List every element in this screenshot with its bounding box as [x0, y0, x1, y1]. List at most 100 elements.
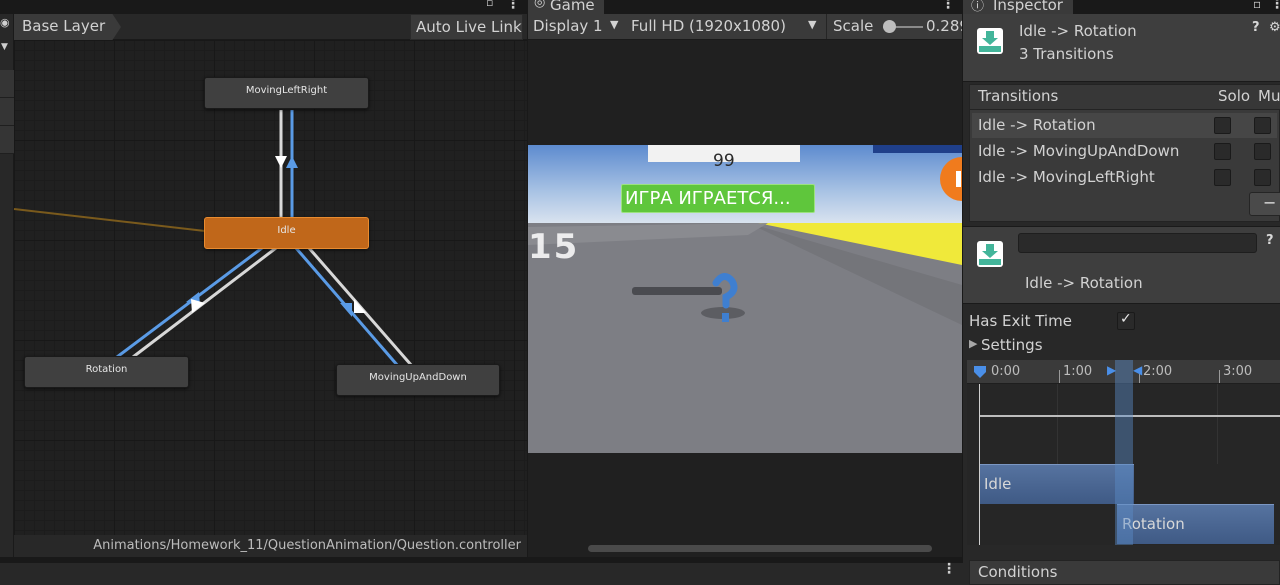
chevron-down-icon: ▼ — [808, 18, 817, 31]
state-label: Rotation — [85, 364, 128, 375]
resolution-label: Full HD (1920x1080) — [631, 17, 786, 35]
lock-icon[interactable]: ▫ — [1253, 0, 1261, 11]
more-options-icon[interactable]: ⋮ — [942, 561, 956, 577]
checkmark-icon: ✓ — [1120, 311, 1132, 327]
game-tab-label: Game — [550, 0, 595, 14]
gamepad-icon: ◎ — [534, 0, 546, 10]
minus-label: − — [1263, 193, 1277, 212]
transition-end-marker-icon[interactable]: ◀ — [1133, 363, 1142, 377]
tick-mark — [1059, 370, 1060, 383]
horizontal-scrollbar[interactable] — [588, 545, 932, 552]
resolution-dropdown[interactable]: Full HD (1920x1080) ▼ — [626, 14, 824, 39]
scale-value: 0.289 — [926, 17, 962, 35]
transition-detail-title: Idle -> Rotation — [1025, 274, 1143, 292]
score-counter: 99 — [713, 151, 735, 171]
transition-row[interactable]: Idle -> MovingUpAndDown — [972, 139, 1277, 164]
transition-name-input[interactable] — [1018, 233, 1257, 253]
transition-label: Idle -> MovingUpAndDown — [978, 142, 1180, 160]
inspector-tab-label: Inspector — [993, 0, 1063, 14]
display-dropdown[interactable]: Display 1 ▼ — [528, 14, 624, 39]
remove-transition-button[interactable]: − — [1249, 192, 1280, 216]
transition-arrow-down — [275, 156, 287, 168]
state-label: MovingLeftRight — [245, 85, 328, 96]
settings-icon[interactable]: ⚙ — [1269, 20, 1280, 35]
game-viewport[interactable]: 15 99 ИГРА ИГРАЕТСЯ... — [528, 145, 962, 453]
transition-label: Idle -> MovingLeftRight — [978, 168, 1155, 186]
state-label: MovingUpAndDown — [369, 372, 467, 383]
scale-label: Scale — [833, 17, 874, 35]
transition-row[interactable]: Idle -> Rotation — [972, 113, 1277, 138]
transitions-header-label: Transitions — [978, 87, 1059, 105]
entry-transition-line — [13, 208, 206, 232]
transition-label: Idle -> Rotation — [978, 116, 1096, 134]
inspector-panel: ⓘ Inspector ▫ ⋮ Idle -> Rotation 3 Trans… — [963, 0, 1280, 585]
info-icon: ⓘ — [971, 0, 985, 14]
timeline-gridline — [1217, 384, 1218, 464]
tab-game[interactable]: ◎ Game — [528, 0, 604, 14]
timeline-tick: 1:00 — [1063, 364, 1093, 379]
animator-panel: ▫ ⋮ ◉ ▼ Base Layer Auto Live Link Moving… — [0, 0, 527, 557]
game-panel: ◎ Game ⋮ Display 1 ▼ Full HD (1920x1080)… — [528, 0, 962, 557]
controller-path: Animations/Homework_11/QuestionAnimation… — [93, 538, 521, 553]
transition-icon — [977, 241, 1003, 267]
transition-line-white — [132, 246, 277, 359]
settings-label: Settings — [981, 336, 1043, 354]
transition-arrow-right — [191, 299, 205, 313]
state-label: Idle — [277, 225, 296, 236]
display-label: Display 1 — [533, 17, 603, 35]
transition-timeline[interactable]: 0:00 1:00 2:00 3:00 ▶ ◀ Idle Rotation — [967, 360, 1280, 545]
scale-slider-thumb[interactable] — [883, 20, 896, 33]
conditions-label: Conditions — [978, 563, 1058, 581]
transition-arrow-down-right — [340, 303, 352, 317]
state-moving-up-and-down[interactable]: MovingUpAndDown — [336, 364, 500, 396]
foldout-arrow-icon: ▶ — [969, 337, 978, 350]
timeline-clip-rotation[interactable]: Rotation — [1117, 504, 1274, 544]
transition-detail-header: ? Idle -> Rotation — [963, 226, 1280, 304]
help-icon[interactable]: ? — [1266, 233, 1274, 248]
mute-checkbox[interactable] — [1254, 143, 1271, 160]
mute-checkbox[interactable] — [1254, 117, 1271, 134]
timeline-tick: 0:00 — [991, 364, 1021, 379]
inspector-subtitle: 3 Transitions — [1019, 45, 1114, 63]
solo-header: Solo — [1218, 87, 1251, 105]
mute-header: Mu — [1258, 87, 1280, 105]
help-icon[interactable]: ? — [1252, 20, 1260, 35]
tick-mark — [1219, 370, 1220, 383]
timeline-tick: 3:00 — [1223, 364, 1253, 379]
solo-checkbox[interactable] — [1214, 117, 1231, 134]
floor-text: 15 — [528, 227, 580, 267]
toolbar-divider — [826, 14, 827, 39]
mute-checkbox[interactable] — [1254, 169, 1271, 186]
timeline-gridline — [1057, 384, 1058, 464]
state-rotation[interactable]: Rotation — [24, 356, 189, 388]
state-moving-left-right[interactable]: MovingLeftRight — [204, 77, 369, 109]
conditions-section: Conditions — [969, 560, 1280, 585]
transitions-list-header: Transitions Solo Mu — [970, 85, 1280, 110]
has-exit-time-label: Has Exit Time — [969, 312, 1072, 330]
game-letterbox-top — [528, 40, 962, 145]
state-idle[interactable]: Idle — [204, 217, 369, 249]
more-options-icon[interactable]: ⋮ — [1270, 0, 1280, 12]
settings-foldout[interactable]: ▶ Settings — [967, 336, 1117, 356]
timeline-cursor-line — [979, 384, 980, 545]
clip-label: Idle — [984, 475, 1012, 493]
timeline-clip-idle[interactable]: Idle — [979, 464, 1134, 504]
transition-blend-region[interactable] — [1115, 360, 1133, 545]
more-options-icon[interactable]: ⋮ — [941, 0, 955, 12]
inspector-title: Idle -> Rotation — [1019, 22, 1137, 40]
status-banner: ИГРА ИГРАЕТСЯ... — [621, 184, 815, 213]
playhead-marker-icon[interactable] — [973, 365, 987, 379]
solo-checkbox[interactable] — [1214, 169, 1231, 186]
status-text: ИГРА ИГРАЕТСЯ... — [625, 188, 791, 209]
transition-icon — [977, 28, 1003, 54]
transitions-list: Transitions Solo Mu Idle -> Rotation Idl… — [969, 84, 1280, 222]
bottom-panel: ⋮ — [0, 561, 963, 585]
transition-arrow-up — [286, 156, 298, 168]
transition-row[interactable]: Idle -> MovingLeftRight — [972, 165, 1277, 190]
controller-path-bar: Animations/Homework_11/QuestionAnimation… — [14, 535, 527, 557]
has-exit-time-checkbox[interactable]: ✓ — [1117, 311, 1135, 330]
solo-checkbox[interactable] — [1214, 143, 1231, 160]
tab-inspector[interactable]: ⓘ Inspector — [963, 0, 1073, 14]
timeline-tick: 2:00 — [1143, 364, 1173, 379]
chevron-down-icon: ▼ — [610, 18, 619, 31]
